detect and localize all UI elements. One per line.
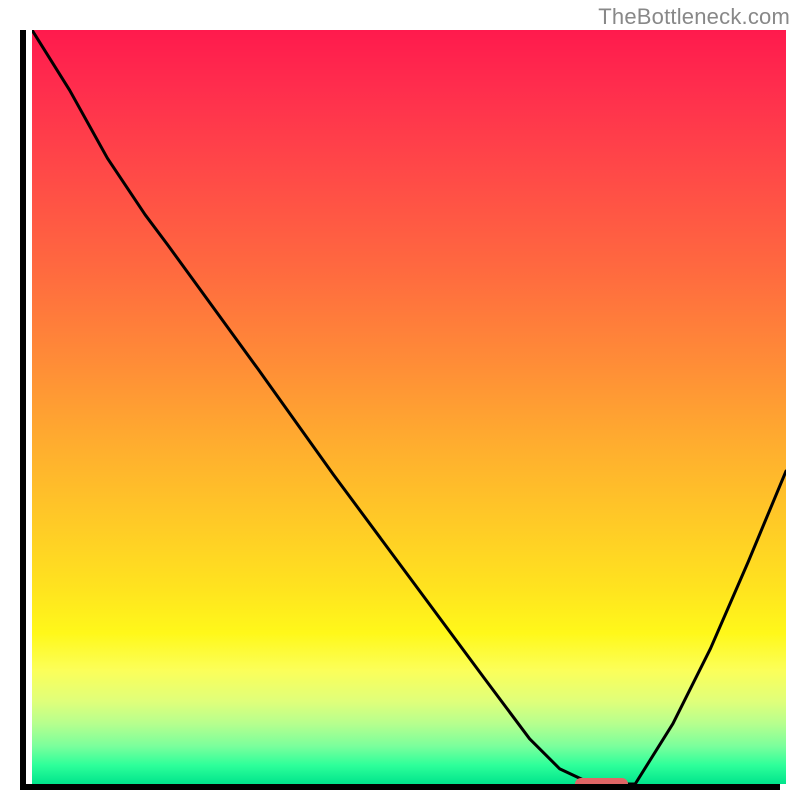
axes-frame xyxy=(20,30,780,790)
bottleneck-curve xyxy=(32,30,786,784)
watermark-text: TheBottleneck.com xyxy=(598,4,790,30)
chart-container: TheBottleneck.com xyxy=(0,0,800,800)
plot-area xyxy=(32,30,786,784)
optimal-range-marker xyxy=(575,778,628,784)
